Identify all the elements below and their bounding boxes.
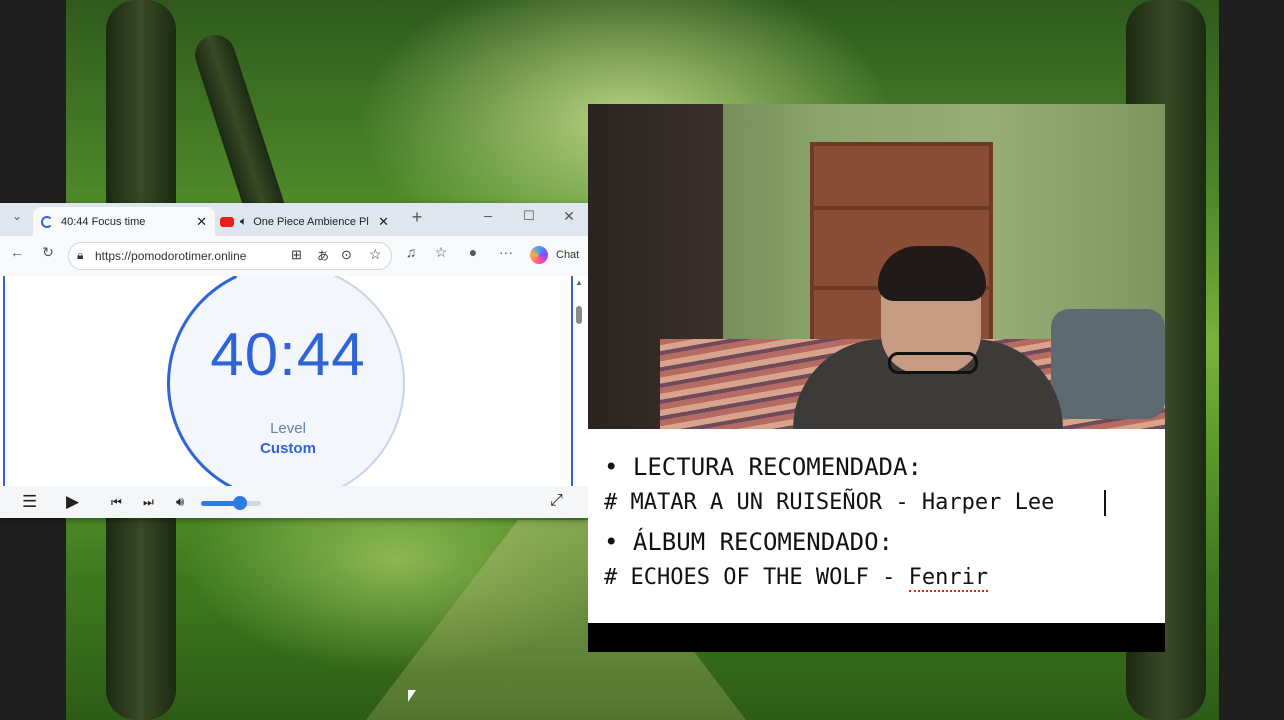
extensions-icon[interactable]: ⊙ <box>341 247 352 263</box>
frame-border <box>3 276 5 486</box>
favorites-icon[interactable]: ☆ <box>430 244 452 261</box>
media-icon[interactable]: ♫ <box>400 244 422 260</box>
maximize-icon[interactable]: ☐ <box>518 208 540 224</box>
minimize-icon[interactable]: – <box>477 207 499 223</box>
fullscreen-icon[interactable]: ⤢ <box>550 492 563 510</box>
address-bar: ← ↻ 🔒︎ https://pomodorotimer.online ⊞ あ … <box>0 236 588 277</box>
mouse-pointer-icon <box>504 390 512 402</box>
close-tab-icon[interactable]: ✕ <box>378 214 389 230</box>
person-hair <box>878 246 986 301</box>
split-screen-icon[interactable]: ⊞ <box>291 247 302 263</box>
bullet-icon: • <box>604 528 633 556</box>
chat-button[interactable]: Chat <box>556 249 579 261</box>
lock-icon: 🔒︎ <box>77 248 84 262</box>
reading-recommendation: # MATAR A UN RUISEÑOR - Harper Lee <box>604 490 1055 515</box>
volume-slider[interactable] <box>201 496 261 510</box>
close-window-icon[interactable]: ✕ <box>558 208 580 225</box>
bullet-icon: • <box>604 453 633 481</box>
tab-label: One Piece Ambience Pl <box>253 215 369 228</box>
next-icon[interactable]: ⏭ <box>143 495 154 510</box>
frame-border <box>571 276 573 486</box>
tab-one-piece[interactable]: 🔈︎ One Piece Ambience Pl ✕ <box>220 207 395 236</box>
page-content: ▲ 40:44 Level Custom <box>0 276 588 486</box>
tab-label: 40:44 Focus time <box>61 215 146 228</box>
scroll-up-icon[interactable]: ▲ <box>575 278 583 287</box>
url-text: https://pomodorotimer.online <box>95 249 247 263</box>
shelf-board <box>814 206 989 210</box>
album-heading: • ÁLBUM RECOMENDADO: <box>604 528 893 556</box>
tab-focus-time[interactable]: 40:44 Focus time ✕ <box>33 207 215 236</box>
translate-icon[interactable]: あ <box>317 247 329 264</box>
mouse-pointer-icon <box>408 690 416 702</box>
tab-list-chevron-icon[interactable]: ⌄ <box>6 209 28 223</box>
pillow <box>1051 309 1165 419</box>
glasses <box>888 352 978 374</box>
artist-name: Fenrir <box>908 565 989 592</box>
media-player-bar: ☰ ▶ ⏮ ⏭ 🔊︎ ⤢ <box>0 486 588 518</box>
volume-icon[interactable]: 🔊︎ <box>176 494 184 510</box>
scrollbar-thumb[interactable] <box>576 306 582 324</box>
loading-icon <box>41 215 53 228</box>
panel-bottom-bar <box>588 623 1165 652</box>
new-tab-icon[interactable]: + <box>406 207 428 228</box>
copilot-icon[interactable] <box>530 246 548 264</box>
recommendation-panel: • LECTURA RECOMENDADA: # MATAR A UN RUIS… <box>588 429 1165 623</box>
youtube-icon <box>220 216 234 227</box>
text-cursor <box>1104 490 1106 516</box>
close-tab-icon[interactable]: ✕ <box>196 214 207 230</box>
menu-icon[interactable]: ☰ <box>22 492 37 512</box>
album-recommendation: # ECHOES OF THE WOLF - Fenrir <box>604 565 989 592</box>
more-menu-icon[interactable]: ··· <box>495 244 517 260</box>
webcam-feed <box>588 104 1165 429</box>
back-icon[interactable]: ← <box>6 244 28 260</box>
favorite-star-icon[interactable]: ☆ <box>369 246 382 263</box>
tab-bar: ⌄ 40:44 Focus time ✕ 🔈︎ One Piece Ambien… <box>0 203 588 236</box>
browser-window[interactable]: ⌄ 40:44 Focus time ✕ 🔈︎ One Piece Ambien… <box>0 203 588 518</box>
previous-icon[interactable]: ⏮ <box>111 495 122 510</box>
volume-knob[interactable] <box>233 496 247 510</box>
url-field[interactable]: 🔒︎ https://pomodorotimer.online ⊞ あ ⊙ ☆ <box>68 242 392 270</box>
refresh-icon[interactable]: ↻ <box>37 244 59 261</box>
profile-avatar-icon[interactable]: ● <box>462 244 484 260</box>
reading-heading: • LECTURA RECOMENDADA: <box>604 453 922 481</box>
play-icon[interactable]: ▶ <box>66 492 79 512</box>
speaker-icon: 🔈︎ <box>240 214 248 228</box>
